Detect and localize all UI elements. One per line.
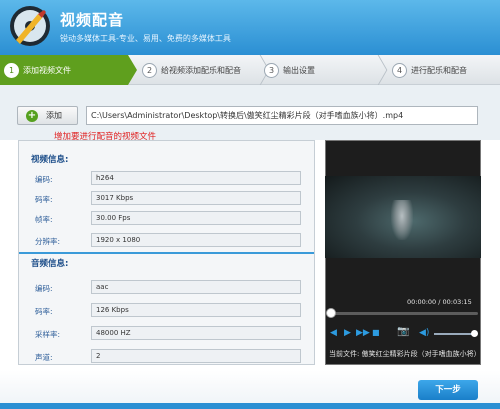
section-divider — [19, 252, 314, 254]
audio-bitrate-value: 126 Kbps — [91, 303, 301, 317]
step-arrow — [128, 55, 137, 85]
volume-handle[interactable] — [471, 330, 478, 337]
add-file-button[interactable]: + 添加 — [17, 106, 78, 125]
step-label: 添加视频文件 — [23, 65, 71, 75]
video-codec-label: 编码: — [35, 175, 53, 184]
video-framerate-value: 30.00 Fps — [91, 211, 301, 225]
seek-bar[interactable] — [330, 312, 478, 315]
playback-time: 00:00:00 / 00:03:15 — [407, 298, 472, 306]
audio-codec-label: 编码: — [35, 284, 53, 293]
step-label: 输出设置 — [283, 65, 315, 75]
step-bar: 1 添加视频文件 2 给视频添加配乐和配音 3 输出设置 4 进行配乐和配音 — [0, 55, 500, 85]
video-info-title: 视频信息: — [31, 155, 69, 165]
video-resolution-label: 分辨率: — [35, 237, 61, 246]
audio-bitrate-label: 码率: — [35, 307, 53, 316]
file-path-field[interactable]: C:\Users\Administrator\Desktop\转换后\傲笑红尘精… — [86, 106, 478, 125]
seek-handle[interactable] — [326, 308, 336, 318]
audio-samplerate-label: 采样率: — [35, 330, 61, 339]
audio-channels-value: 2 — [91, 349, 301, 363]
fast-forward-icon[interactable]: ▶▶ — [356, 328, 370, 338]
step-number: 4 — [392, 62, 407, 78]
app-logo-icon — [10, 6, 50, 46]
step-divider — [254, 55, 262, 85]
next-step-button[interactable]: 下一步 — [418, 380, 478, 400]
current-file-label: 当前文件: 傲笑红尘精彩片段（对手嗜血族小将）.mp4 — [329, 350, 479, 358]
volume-slider[interactable] — [434, 333, 474, 335]
add-file-label: 添加 — [46, 111, 62, 120]
video-codec-value: h264 — [91, 171, 301, 185]
app-title: 视频配音 — [60, 11, 125, 29]
audio-channels-label: 声道: — [35, 353, 53, 362]
video-preview[interactable] — [325, 176, 481, 258]
plus-icon: + — [26, 109, 38, 122]
play-icon[interactable]: ▶ — [344, 328, 351, 338]
step-label: 进行配乐和配音 — [411, 65, 467, 75]
step-number: 1 — [4, 62, 19, 78]
app-subtitle: 锐动多媒体工具-专业、易用、免费的多媒体工具 — [60, 34, 231, 43]
volume-icon[interactable]: ◀) — [419, 328, 429, 338]
stop-icon[interactable]: ■ — [372, 328, 380, 337]
audio-codec-value: aac — [91, 280, 301, 294]
video-bitrate-label: 码率: — [35, 195, 53, 204]
step-output-settings[interactable]: 3 输出设置 — [264, 55, 315, 85]
audio-info-title: 音频信息: — [31, 259, 69, 269]
step-add-music[interactable]: 2 给视频添加配乐和配音 — [142, 55, 241, 85]
step-do-dubbing[interactable]: 4 进行配乐和配音 — [392, 55, 467, 85]
video-resolution-value: 1920 x 1080 — [91, 233, 301, 247]
video-bitrate-value: 3017 Kbps — [91, 191, 301, 205]
step-number: 3 — [264, 62, 279, 78]
bottom-bar — [0, 403, 500, 409]
video-framerate-label: 帧率: — [35, 215, 53, 224]
camera-icon[interactable]: 📷 — [397, 326, 409, 337]
step-divider — [372, 55, 380, 85]
step-number: 2 — [142, 62, 157, 78]
audio-samplerate-value: 48000 HZ — [91, 326, 301, 340]
rewind-icon[interactable]: ◀ — [330, 328, 337, 338]
step-add-video[interactable]: 1 添加视频文件 — [0, 55, 128, 85]
app-header: 视频配音 锐动多媒体工具-专业、易用、免费的多媒体工具 — [0, 0, 500, 55]
step-label: 给视频添加配乐和配音 — [161, 65, 241, 75]
